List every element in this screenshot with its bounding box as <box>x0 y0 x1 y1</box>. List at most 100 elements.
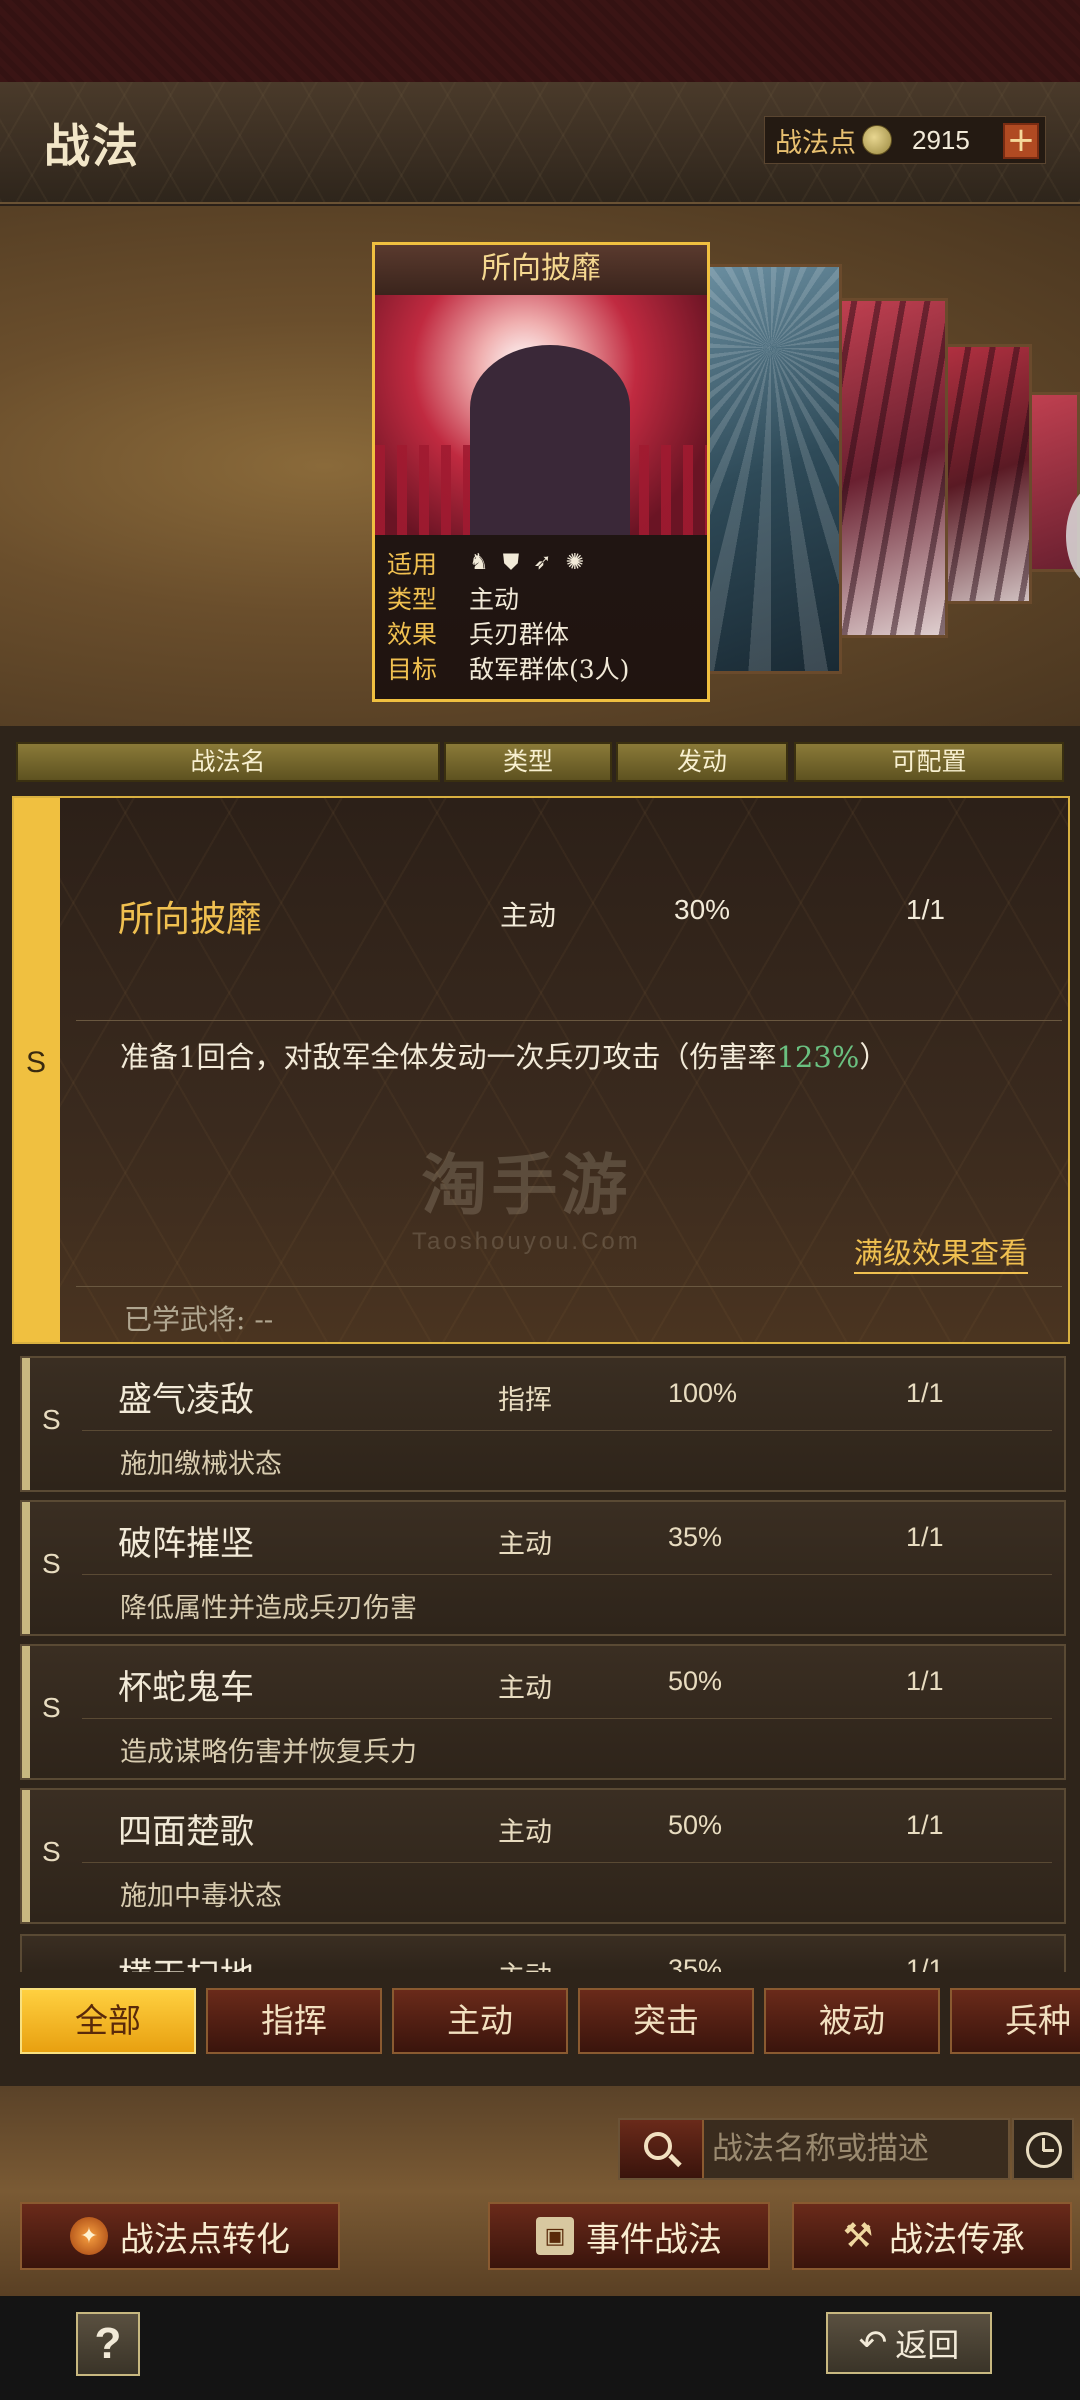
tactic-name: 所向披靡 <box>118 899 263 940</box>
tab-assault[interactable]: 突击 <box>578 1988 754 2054</box>
full-effect-link[interactable]: 满级效果查看 <box>853 1230 1028 1274</box>
header: 战法 战法点 2915 + <box>0 82 1080 204</box>
watermark: 淘手游 Taoshouyou.Com <box>412 1146 641 1255</box>
grade-label: S <box>42 1548 61 1579</box>
info-key: 类型 <box>387 584 438 614</box>
column-header-type[interactable]: 类型 <box>444 742 612 782</box>
tactic-card-thumb[interactable] <box>700 264 842 674</box>
coin-icon <box>862 125 892 155</box>
info-value: 敌军群体(3人) <box>469 654 630 684</box>
grade-label: S <box>42 1404 61 1435</box>
tactic-points: 战法点 2915 + <box>764 116 1046 164</box>
filter-tabs: 全部 指挥 主动 突击 被动 兵种 <box>0 1978 1080 2070</box>
tactic-rate: 50% <box>668 1666 723 1696</box>
top-decor-bar <box>0 0 1080 82</box>
tab-all[interactable]: 全部 <box>20 1988 196 2054</box>
tab-troop[interactable]: 兵种 <box>950 1988 1080 2054</box>
tactic-card-thumb[interactable] <box>944 344 1032 604</box>
event-tactics-button[interactable]: ▣ 事件战法 <box>488 2202 770 2270</box>
column-header-config[interactable]: 可配置 <box>794 742 1064 782</box>
shield-icon: ⛊ <box>502 550 520 575</box>
inherit-tactic-label: 战法传承 <box>889 2219 1025 2260</box>
tactic-name: 盛气凌敌 <box>118 1380 254 1420</box>
tab-command[interactable]: 指挥 <box>206 1988 382 2054</box>
tactic-config: 1/1 <box>906 1666 944 1696</box>
tactic-rate: 30% <box>674 894 731 925</box>
convert-points-label: 战法点转化 <box>120 2219 290 2260</box>
search-button[interactable] <box>620 2120 704 2178</box>
list-item[interactable]: S 四面楚歌 主动 50% 1/1 施加中毒状态 <box>20 1788 1066 1924</box>
tactic-description: 准备1回合，对敌军全体发动一次兵刃攻击（伤害率123%） <box>120 1040 889 1074</box>
warrior-silhouette <box>470 345 630 535</box>
list-item[interactable]: S 破阵摧坚 主动 35% 1/1 降低属性并造成兵刃伤害 <box>20 1500 1066 1636</box>
tactic-name: 杯蛇鬼车 <box>118 1668 254 1708</box>
selected-tactic-detail[interactable]: S 所向披靡 主动 30% 1/1 准备1回合，对敌军全体发动一次兵刃攻击（伤害… <box>12 796 1070 1344</box>
card-artwork <box>375 295 707 535</box>
info-value: 兵刃群体 <box>469 619 570 649</box>
column-header-name[interactable]: 战法名 <box>16 742 440 782</box>
card-carousel[interactable]: 所向披靡 适用 ♞ ⛊ ➶ ✺ 类型 主动 效果 兵刃群体 目标 敌军群体(3人… <box>0 206 1080 726</box>
info-key: 适用 <box>387 549 438 579</box>
tactic-description: 造成谋略伤害并恢复兵力 <box>120 1737 417 1768</box>
event-tactics-label: 事件战法 <box>586 2219 722 2260</box>
card-title: 所向披靡 <box>375 245 707 295</box>
back-label: 返回 <box>895 2326 960 2364</box>
page-title: 战法 <box>44 119 140 173</box>
tactic-description: 施加缴械状态 <box>120 1449 282 1480</box>
hammer-icon: ⚒ <box>842 2216 874 2256</box>
grade-label: S <box>26 1046 47 1079</box>
tactic-name: 破阵摧坚 <box>118 1524 254 1564</box>
tactic-description: 施加中毒状态 <box>120 1881 282 1912</box>
grade-label: S <box>42 1692 61 1723</box>
history-button[interactable] <box>1012 2118 1074 2180</box>
tactic-config: 1/1 <box>906 1954 944 1972</box>
tactic-config: 1/1 <box>906 1378 944 1408</box>
search-icon <box>644 2132 672 2160</box>
info-value: 主动 <box>469 584 520 614</box>
info-key: 效果 <box>387 619 438 649</box>
search-input[interactable] <box>712 2126 1002 2172</box>
inherit-tactic-button[interactable]: ⚒ 战法传承 <box>792 2202 1072 2270</box>
list-item[interactable]: S 杯蛇鬼车 主动 50% 1/1 造成谋略伤害并恢复兵力 <box>20 1644 1066 1780</box>
convert-points-button[interactable]: ✦ 战法点转化 <box>20 2202 340 2270</box>
tab-active[interactable]: 主动 <box>392 1988 568 2054</box>
tab-passive[interactable]: 被动 <box>764 1988 940 2054</box>
add-points-button[interactable]: + <box>1003 123 1039 159</box>
tactic-name: 横天扫地 <box>118 1948 254 1972</box>
back-arrow-icon: ↶ <box>858 2323 888 2363</box>
points-value: 2915 <box>912 124 970 155</box>
flame-coin-icon: ✦ <box>70 2217 108 2255</box>
tactic-type: 主动 <box>498 1673 552 1704</box>
tactic-rate: 50% <box>668 1810 723 1840</box>
spear-icon: ➶ <box>533 550 552 575</box>
tactic-config: 1/1 <box>906 1522 944 1552</box>
search-box <box>618 2118 1010 2180</box>
wheel-icon: ✺ <box>565 550 585 575</box>
scroll-icon: ▣ <box>536 2217 574 2255</box>
back-button[interactable]: ↶ 返回 <box>826 2312 992 2374</box>
learned-generals: 已学武将: -- <box>124 1303 274 1336</box>
list-item[interactable]: 横天扫地 主动 35% 1/1 <box>20 1934 1066 1972</box>
tactic-type: 主动 <box>498 1529 552 1560</box>
tactic-name: 四面楚歌 <box>118 1812 254 1852</box>
damage-rate-highlight: 123% <box>776 1040 860 1074</box>
tactic-rate: 35% <box>668 1522 723 1552</box>
tactic-type: 指挥 <box>498 1385 552 1416</box>
tactic-type: 主动 <box>500 899 557 932</box>
card-info: 适用 ♞ ⛊ ➶ ✺ 类型 主动 效果 兵刃群体 目标 敌军群体(3人) <box>375 535 707 699</box>
list-item[interactable]: S 盛气凌敌 指挥 100% 1/1 施加缴械状态 <box>20 1356 1066 1492</box>
featured-tactic-card[interactable]: 所向披靡 适用 ♞ ⛊ ➶ ✺ 类型 主动 效果 兵刃群体 目标 敌军群体(3人… <box>372 242 710 702</box>
tactic-config: 1/1 <box>906 894 945 925</box>
tactic-type: 主动 <box>498 1817 552 1848</box>
column-header-rate[interactable]: 发动 <box>616 742 788 782</box>
grade-label: S <box>42 1836 61 1867</box>
tactic-description: 降低属性并造成兵刃伤害 <box>120 1593 417 1624</box>
tactic-type: 主动 <box>498 1954 552 1972</box>
help-button[interactable]: ? <box>76 2312 140 2376</box>
tactic-config: 1/1 <box>906 1810 944 1840</box>
tactic-rate: 35% <box>668 1954 723 1972</box>
points-label: 战法点 <box>775 127 856 159</box>
cavalry-icon: ♞ <box>469 550 489 575</box>
tactic-card-thumb[interactable] <box>830 298 948 638</box>
tactic-rate: 100% <box>668 1378 738 1408</box>
